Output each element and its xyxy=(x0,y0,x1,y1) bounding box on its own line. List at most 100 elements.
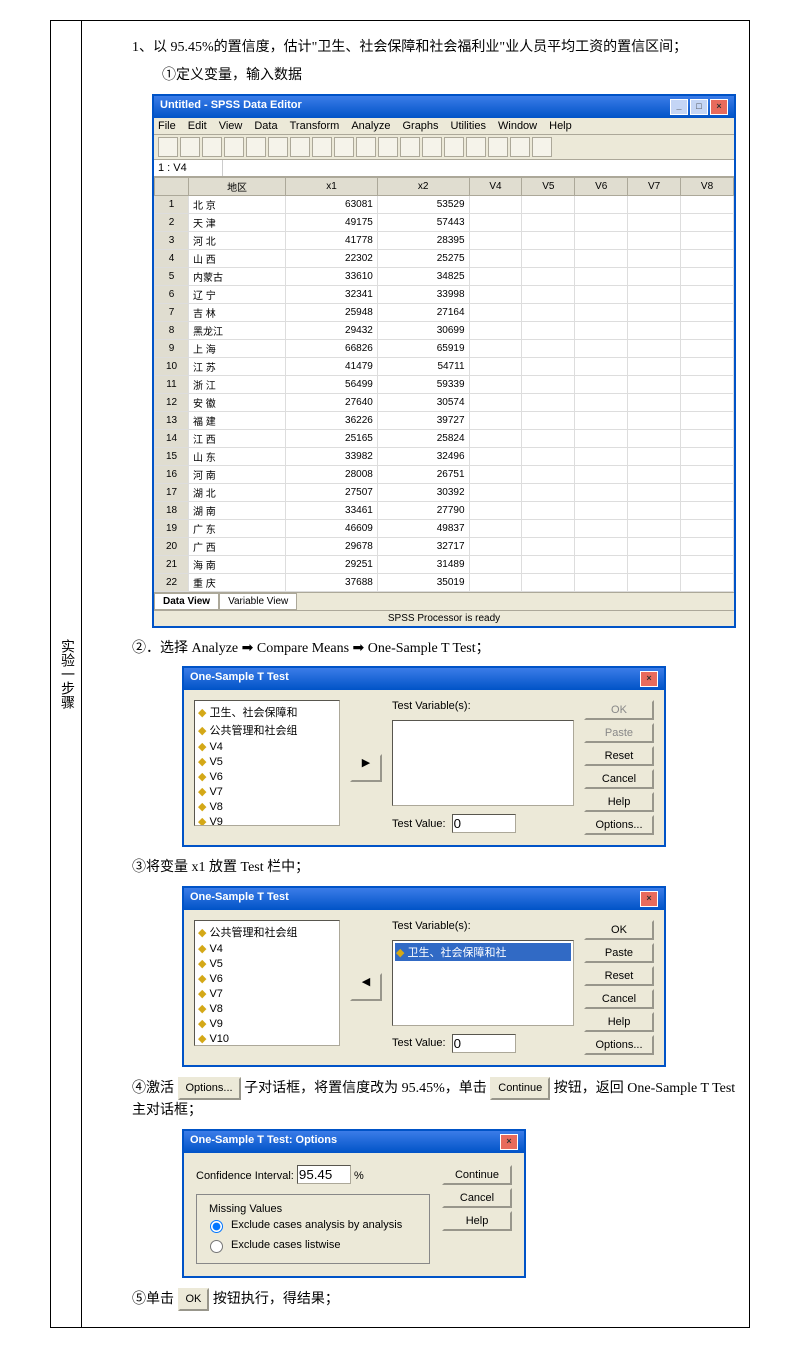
close-icon[interactable]: × xyxy=(640,671,658,687)
table-row[interactable]: 15山 东3398232496 xyxy=(155,447,734,465)
table-row[interactable]: 2天 津4917557443 xyxy=(155,213,734,231)
toolbar-button[interactable] xyxy=(334,137,354,157)
menu-window[interactable]: Window xyxy=(498,120,537,132)
close-icon[interactable]: × xyxy=(710,99,728,115)
table-row[interactable]: 12安 徽2764030574 xyxy=(155,393,734,411)
table-row[interactable]: 16河 南2800826751 xyxy=(155,465,734,483)
cancel-button[interactable]: Cancel xyxy=(442,1188,512,1208)
menu-utilities[interactable]: Utilities xyxy=(451,120,486,132)
move-left-button[interactable]: ◀ xyxy=(350,973,382,1001)
table-row[interactable]: 19广 东4660949837 xyxy=(155,519,734,537)
variable-item[interactable]: V5 xyxy=(197,956,337,971)
toolbar-button[interactable] xyxy=(312,137,332,157)
menu-graphs[interactable]: Graphs xyxy=(402,120,438,132)
variable-item[interactable]: V10 xyxy=(197,1031,337,1046)
selected-variable[interactable]: 卫生、社会保障和社 xyxy=(395,943,571,961)
variable-item[interactable]: V6 xyxy=(197,769,337,784)
variable-item[interactable]: V6 xyxy=(197,971,337,986)
cell-value[interactable] xyxy=(223,160,734,176)
toolbar-button[interactable] xyxy=(532,137,552,157)
options-button[interactable]: Options... xyxy=(584,815,654,835)
table-row[interactable]: 17湖 北2750730392 xyxy=(155,483,734,501)
ok-button[interactable]: OK xyxy=(584,700,654,720)
ci-input[interactable] xyxy=(297,1165,351,1184)
variable-item[interactable]: V7 xyxy=(197,986,337,1001)
options-button[interactable]: Options... xyxy=(584,1035,654,1055)
toolbar-button[interactable] xyxy=(202,137,222,157)
variable-item[interactable]: V4 xyxy=(197,941,337,956)
radio-analysis[interactable] xyxy=(210,1220,223,1233)
toolbar-button[interactable] xyxy=(444,137,464,157)
minimize-icon[interactable]: _ xyxy=(670,99,688,115)
toolbar-button[interactable] xyxy=(290,137,310,157)
toolbar-button[interactable] xyxy=(488,137,508,157)
reset-button[interactable]: Reset xyxy=(584,966,654,986)
variable-list[interactable]: 公共管理和社会组V4V5V6V7V8V9V10V11 xyxy=(194,920,340,1046)
toolbar-button[interactable] xyxy=(466,137,486,157)
variable-item[interactable]: V9 xyxy=(197,1016,337,1031)
data-grid[interactable]: 地区x1x2V4V5V6V7V81北 京63081535292天 津491755… xyxy=(154,177,734,592)
table-row[interactable]: 9上 海6682665919 xyxy=(155,339,734,357)
column-header[interactable]: x1 xyxy=(286,177,378,195)
menu-help[interactable]: Help xyxy=(549,120,572,132)
table-row[interactable]: 14江 西2516525824 xyxy=(155,429,734,447)
paste-button[interactable]: Paste xyxy=(584,723,654,743)
testvalue-input[interactable] xyxy=(452,1034,516,1053)
help-button[interactable]: Help xyxy=(584,792,654,812)
column-header[interactable]: V8 xyxy=(681,177,734,195)
toolbar-button[interactable] xyxy=(180,137,200,157)
testvalue-input[interactable] xyxy=(452,814,516,833)
tab-data-view[interactable]: Data View xyxy=(154,593,219,610)
table-row[interactable]: 10江 苏4147954711 xyxy=(155,357,734,375)
move-right-button[interactable]: ▶ xyxy=(350,754,382,782)
toolbar-button[interactable] xyxy=(510,137,530,157)
table-row[interactable]: 3河 北4177828395 xyxy=(155,231,734,249)
table-row[interactable]: 22重 庆3768835019 xyxy=(155,573,734,591)
maximize-icon[interactable]: □ xyxy=(690,99,708,115)
toolbar-button[interactable] xyxy=(378,137,398,157)
variable-item[interactable]: 公共管理和社会组 xyxy=(197,721,337,739)
toolbar-button[interactable] xyxy=(422,137,442,157)
table-row[interactable]: 18湖 南3346127790 xyxy=(155,501,734,519)
menu-transform[interactable]: Transform xyxy=(290,120,340,132)
column-header[interactable]: V5 xyxy=(522,177,575,195)
toolbar-button[interactable] xyxy=(158,137,178,157)
test-variables-box[interactable] xyxy=(392,720,574,806)
test-variables-box[interactable]: 卫生、社会保障和社 xyxy=(392,940,574,1026)
table-row[interactable]: 1北 京6308153529 xyxy=(155,195,734,213)
table-row[interactable]: 21海 南2925131489 xyxy=(155,555,734,573)
variable-item[interactable]: V8 xyxy=(197,1001,337,1016)
variable-item[interactable]: V8 xyxy=(197,799,337,814)
tab-variable-view[interactable]: Variable View xyxy=(219,593,297,610)
options-button-inline[interactable]: Options... xyxy=(178,1077,241,1101)
close-icon[interactable]: × xyxy=(640,891,658,907)
table-row[interactable]: 6辽 宁3234133998 xyxy=(155,285,734,303)
ok-button-inline[interactable]: OK xyxy=(178,1288,210,1312)
column-header[interactable] xyxy=(155,177,189,195)
column-header[interactable]: V7 xyxy=(628,177,681,195)
column-header[interactable]: x2 xyxy=(377,177,469,195)
paste-button[interactable]: Paste xyxy=(584,943,654,963)
column-header[interactable]: V4 xyxy=(469,177,522,195)
help-button[interactable]: Help xyxy=(442,1211,512,1231)
column-header[interactable]: 地区 xyxy=(189,177,286,195)
toolbar-button[interactable] xyxy=(356,137,376,157)
table-row[interactable]: 7吉 林2594827164 xyxy=(155,303,734,321)
radio-listwise[interactable] xyxy=(210,1240,223,1253)
toolbar-button[interactable] xyxy=(224,137,244,157)
table-row[interactable]: 8黑龙江2943230699 xyxy=(155,321,734,339)
continue-button[interactable]: Continue xyxy=(442,1165,512,1185)
variable-item[interactable]: 卫生、社会保障和 xyxy=(197,703,337,721)
variable-item[interactable]: V4 xyxy=(197,739,337,754)
continue-button-inline[interactable]: Continue xyxy=(490,1077,550,1101)
menu-edit[interactable]: Edit xyxy=(188,120,207,132)
help-button[interactable]: Help xyxy=(584,1012,654,1032)
toolbar-button[interactable] xyxy=(400,137,420,157)
table-row[interactable]: 13福 建3622639727 xyxy=(155,411,734,429)
toolbar-button[interactable] xyxy=(246,137,266,157)
cancel-button[interactable]: Cancel xyxy=(584,989,654,1009)
toolbar-button[interactable] xyxy=(268,137,288,157)
variable-item[interactable]: 公共管理和社会组 xyxy=(197,923,337,941)
menu-view[interactable]: View xyxy=(219,120,243,132)
table-row[interactable]: 20广 西2967832717 xyxy=(155,537,734,555)
